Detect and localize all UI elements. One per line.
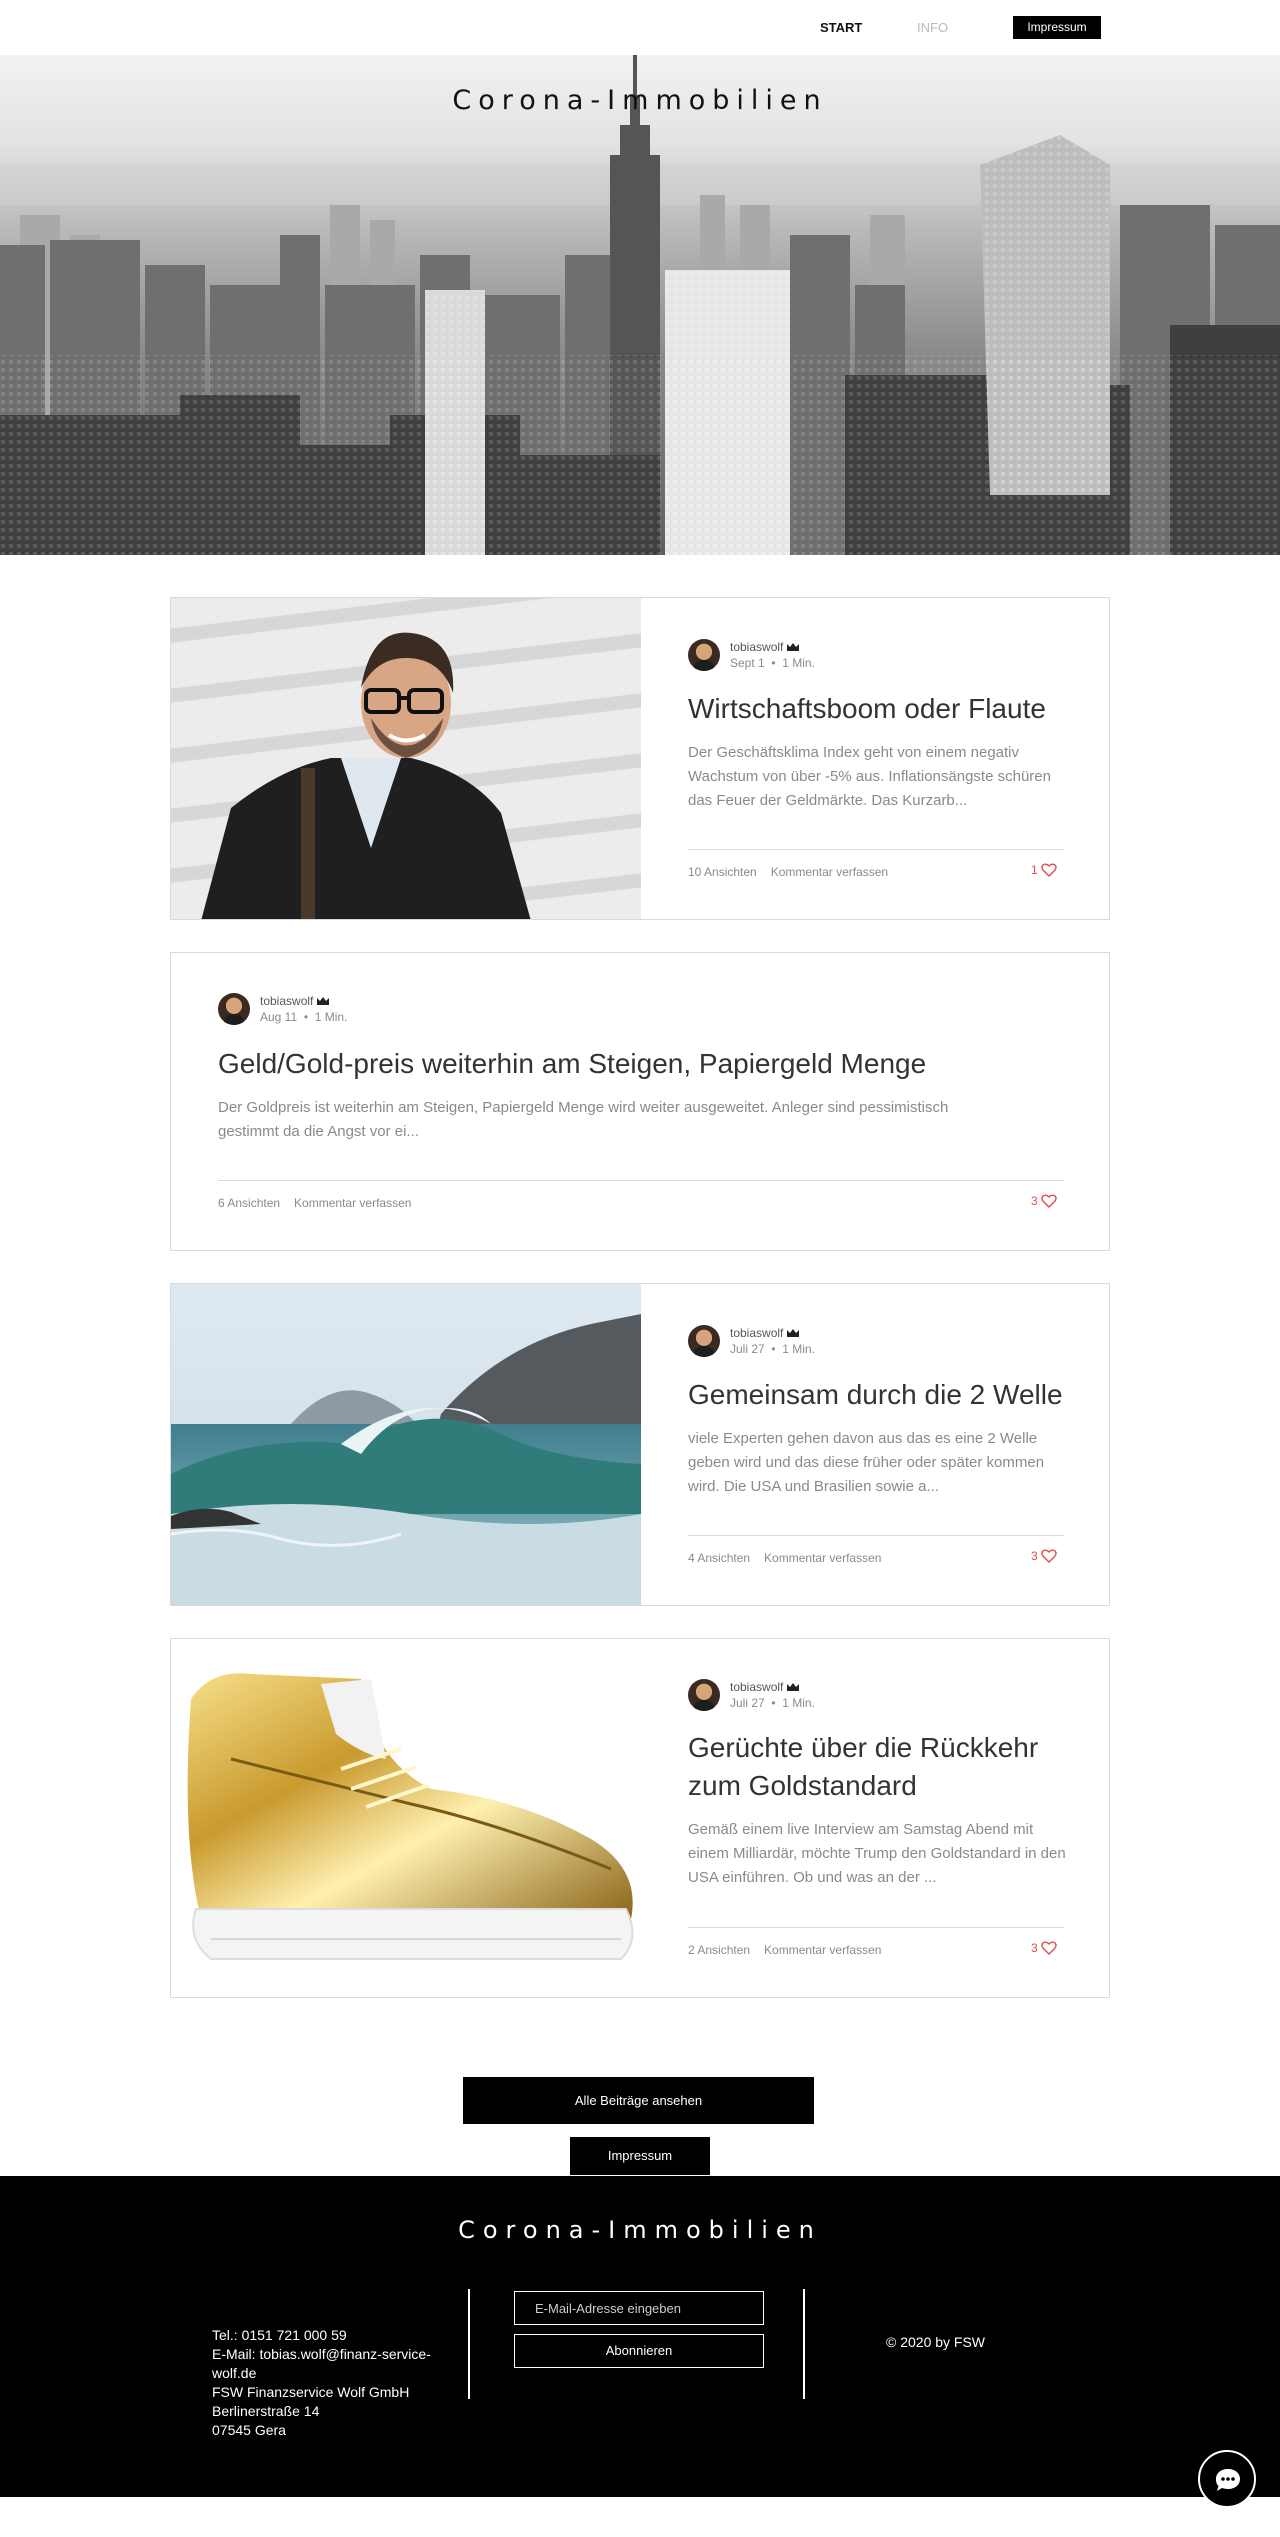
all-posts-button[interactable]: Alle Beiträge ansehen (463, 2077, 814, 2124)
subscribe-button[interactable]: Abonnieren (514, 2334, 764, 2368)
newsletter-email-input[interactable] (514, 2291, 764, 2325)
views-count: 6 Ansichten (218, 1196, 281, 1210)
crown-icon (317, 997, 330, 1005)
heart-icon[interactable] (1040, 1549, 1057, 1563)
like-button[interactable]: 3 (1031, 1941, 1057, 1955)
blog-post-card[interactable]: tobiaswolf Aug 11 • 1 Min. Geld/Gold-pre… (170, 952, 1110, 1251)
blog-post-card[interactable]: tobiaswolf Juli 27 • 1 Min. Gerüchte übe… (170, 1638, 1110, 1998)
post-stats: 10 Ansichten Kommentar verfassen (688, 865, 902, 879)
post-date: Sept 1 (730, 656, 765, 670)
top-navigation: START INFO Impressum (0, 0, 1280, 55)
contact-email[interactable]: wolf.de (212, 2364, 422, 2383)
post-title[interactable]: Gerüchte über die Rückkehr zum Goldstand… (688, 1729, 1068, 1805)
heart-icon[interactable] (1040, 863, 1057, 877)
author-name[interactable]: tobiaswolf (730, 1680, 783, 1694)
post-title-line[interactable]: zum Goldstandard (688, 1767, 1068, 1805)
crown-icon (787, 643, 800, 651)
contact-email[interactable]: E-Mail: tobias.wolf@finanz-service- (212, 2345, 431, 2364)
nav-info-link[interactable]: INFO (917, 20, 948, 35)
post-image-wave[interactable] (171, 1284, 641, 1605)
comment-link[interactable]: Kommentar verfassen (771, 865, 888, 879)
impressum-button[interactable]: Impressum (570, 2137, 710, 2175)
author-avatar[interactable] (218, 993, 250, 1025)
post-excerpt[interactable]: Gemäß einem live Interview am Samstag Ab… (688, 1818, 1068, 1890)
crown-icon (787, 1683, 800, 1691)
footer-title: Corona-Immobilien (458, 2216, 822, 2244)
read-time: 1 Min. (782, 1342, 815, 1356)
post-date: Juli 27 (730, 1696, 765, 1710)
footer-divider (468, 2289, 470, 2399)
read-time: 1 Min. (782, 1696, 815, 1710)
comment-link[interactable]: Kommentar verfassen (764, 1551, 881, 1565)
likes-count: 3 (1031, 1194, 1038, 1208)
likes-count: 3 (1031, 1549, 1038, 1563)
post-image-portrait[interactable] (171, 598, 641, 919)
post-stats: 2 Ansichten Kommentar verfassen (688, 1943, 895, 1957)
blog-post-card[interactable]: tobiaswolf Sept 1 • 1 Min. Wirtschaftsbo… (170, 597, 1110, 920)
author-avatar[interactable] (688, 1679, 720, 1711)
comment-link[interactable]: Kommentar verfassen (294, 1196, 411, 1210)
post-stats: 4 Ansichten Kommentar verfassen (688, 1551, 895, 1565)
like-button[interactable]: 1 (1031, 863, 1057, 877)
post-excerpt[interactable]: Der Goldpreis ist weiterhin am Steigen, … (218, 1096, 978, 1144)
heart-icon[interactable] (1040, 1194, 1057, 1208)
author-avatar[interactable] (688, 1325, 720, 1357)
copyright: © 2020 by FSW (886, 2334, 986, 2350)
post-author[interactable]: tobiaswolf Juli 27 • 1 Min. (688, 1679, 888, 1713)
post-author[interactable]: tobiaswolf Sept 1 • 1 Min. (688, 639, 888, 673)
hero-banner: Corona-Immobilien (0, 55, 1280, 555)
contact-city: 07545 Gera (212, 2422, 286, 2438)
likes-count: 1 (1031, 863, 1038, 877)
city-skyline-image (0, 55, 1280, 555)
author-avatar[interactable] (688, 639, 720, 671)
divider (218, 1180, 1064, 1181)
post-excerpt[interactable]: viele Experten gehen davon aus das es ei… (688, 1427, 1068, 1499)
post-stats: 6 Ansichten Kommentar verfassen (218, 1196, 425, 1210)
post-image-gold-sneaker[interactable] (171, 1639, 641, 1997)
post-title[interactable]: Geld/Gold-preis weiterhin am Steigen, Pa… (218, 1045, 1068, 1083)
contact-street: Berlinerstraße 14 (212, 2403, 320, 2419)
author-name[interactable]: tobiaswolf (730, 640, 783, 654)
post-date: Aug 11 (260, 1010, 298, 1024)
post-author[interactable]: tobiaswolf Aug 11 • 1 Min. (218, 993, 418, 1027)
post-title[interactable]: Gemeinsam durch die 2 Welle (688, 1376, 1068, 1414)
post-date: Juli 27 (730, 1342, 765, 1356)
likes-count: 3 (1031, 1941, 1038, 1955)
post-author[interactable]: tobiaswolf Juli 27 • 1 Min. (688, 1325, 888, 1359)
divider (688, 849, 1064, 850)
footer: Corona-Immobilien Tel.: 0151 721 000 59 … (0, 2176, 1280, 2497)
contact-company: FSW Finanzservice Wolf GmbH (212, 2384, 410, 2400)
post-title-line[interactable]: Gerüchte über die Rückkehr (688, 1729, 1068, 1767)
chat-icon[interactable] (1214, 2467, 1242, 2493)
footer-divider (803, 2289, 805, 2399)
like-button[interactable]: 3 (1031, 1194, 1057, 1208)
views-count: 4 Ansichten (688, 1551, 751, 1565)
like-button[interactable]: 3 (1031, 1549, 1057, 1563)
read-time: 1 Min. (782, 656, 815, 670)
blog-post-card[interactable]: tobiaswolf Juli 27 • 1 Min. Gemeinsam du… (170, 1283, 1110, 1606)
contact-info: Tel.: 0151 721 000 59 E-Mail: tobias.wol… (212, 2326, 431, 2440)
nav-start-link[interactable]: START (820, 20, 862, 35)
author-name[interactable]: tobiaswolf (260, 994, 313, 1008)
divider (688, 1927, 1064, 1928)
nav-impressum-button[interactable]: Impressum (1013, 16, 1101, 39)
views-count: 10 Ansichten (688, 865, 757, 879)
author-name[interactable]: tobiaswolf (730, 1326, 783, 1340)
post-excerpt[interactable]: Der Geschäftsklima Index geht von einem … (688, 741, 1068, 813)
chat-button[interactable] (1198, 2450, 1256, 2508)
heart-icon[interactable] (1040, 1941, 1057, 1955)
crown-icon (787, 1329, 800, 1337)
hero-title: Corona-Immobilien (452, 85, 828, 116)
comment-link[interactable]: Kommentar verfassen (764, 1943, 881, 1957)
divider (688, 1535, 1064, 1536)
views-count: 2 Ansichten (688, 1943, 751, 1957)
post-title[interactable]: Wirtschaftsboom oder Flaute (688, 690, 1068, 728)
read-time: 1 Min. (314, 1010, 348, 1024)
contact-phone[interactable]: Tel.: 0151 721 000 59 (212, 2326, 422, 2345)
